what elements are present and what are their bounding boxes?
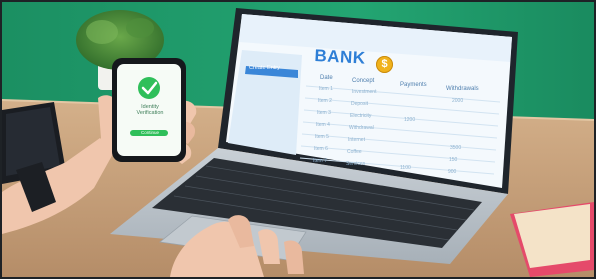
dollar-coin-icon: $: [376, 56, 393, 73]
row-1-withdrawal: 2000: [452, 98, 464, 104]
row-4-date: Item 4: [316, 122, 330, 128]
row-6-withdrawal: 150: [449, 157, 458, 163]
row-7-date: Item 7: [313, 158, 327, 164]
row-5-withdrawal: 3500: [450, 145, 462, 151]
row-2-concept: Deposit: [351, 101, 368, 107]
row-1-date: Item 1: [319, 86, 333, 92]
row-6-date: Item 6: [314, 146, 328, 152]
bank-title: BANK: [314, 46, 367, 68]
phone-continue-label[interactable]: Continue: [127, 130, 173, 136]
header-payments: Payments: [400, 82, 427, 88]
row-3-date: Item 3: [317, 110, 331, 116]
row-1-concept: Investment: [352, 89, 377, 95]
header-withdrawals: Withdrawals: [446, 86, 479, 92]
header-concept: Concept: [352, 78, 375, 84]
footer-value: 1100: [400, 165, 411, 171]
photo-frame: BANK $ Create Entry Date Concept Payment…: [0, 0, 596, 279]
row-6-concept: Coffee: [347, 149, 362, 155]
row-5-concept: Internet: [348, 137, 365, 143]
checkmark-icon: [138, 77, 160, 99]
phone-message: Identity Verification: [136, 104, 164, 116]
row-2-date: Item 2: [318, 98, 332, 104]
create-entry-label[interactable]: Create Entry: [249, 65, 280, 71]
header-date: Date: [320, 75, 333, 81]
row-4-concept: Withdrawal: [349, 125, 374, 131]
row-5-date: Item 5: [315, 134, 329, 140]
row-7-withdrawal: 900: [448, 169, 457, 175]
row-3-payment: 1200: [404, 117, 416, 123]
row-3-concept: Electricity: [350, 113, 372, 119]
photo-scene: [2, 2, 594, 277]
row-7-concept: Services: [346, 161, 366, 167]
